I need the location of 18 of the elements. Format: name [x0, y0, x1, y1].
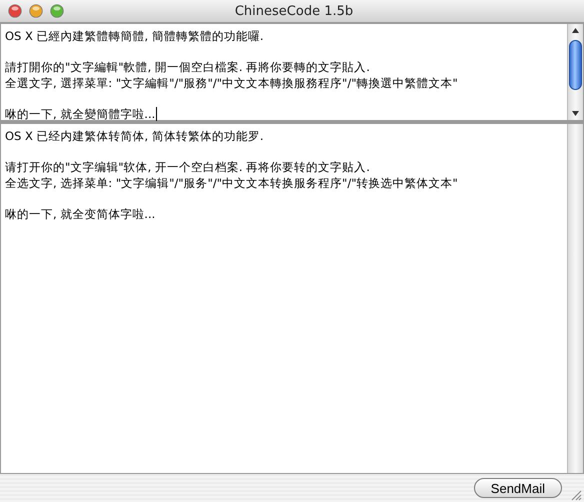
text-line: 咻的一下, 就全變簡體字啦... [5, 106, 156, 122]
text-line: 全选文字, 选择菜单: "文字编辑"/"服务"/"中文文本转换服务程序"/"转换选中繁体文本" [5, 175, 458, 191]
text-line: OS X 已经内建繁体转简体, 简体转繁体的功能罗. [5, 128, 264, 144]
zoom-icon[interactable] [50, 4, 64, 18]
text-cursor [156, 107, 158, 121]
text-line: 请打开你的"文字编辑"软体, 开一个空白档案. 再将你要转的文字贴入. [5, 159, 370, 175]
text-line: OS X 已經內建繁體轉簡體, 簡體轉繁體的功能囉. [5, 28, 264, 44]
minimize-icon[interactable] [29, 4, 43, 18]
text-pane[interactable]: OS X 已經內建繁體轉簡體, 簡體轉繁體的功能囉. 請打開你的"文字編輯"軟體, 開一個空白檔案. 再將你要轉的文字貼入. 全選文字, 選擇菜單: "文字編輯"/"服務"/"中文文本轉換服務程序"/"轉換選中繁體文本" 咻的一下, 就全變簡體字啦... [0, 23, 584, 121]
close-icon[interactable] [8, 4, 22, 18]
scrollbar[interactable] [567, 24, 583, 120]
window-title: ChineseCode 1.5b [234, 4, 354, 18]
text-line: 請打開你的"文字編輯"軟體, 開一個空白檔案. 再將你要轉的文字貼入. [5, 59, 370, 75]
text-pane[interactable]: OS X 已经内建繁体转简体, 简体转繁体的功能罗. 请打开你的"文字编辑"软体, 开一个空白档案. 再将你要转的文字贴入. 全选文字, 选择菜单: "文字编辑"/"服务"/"中文文本转换服务程序"/"转换选中繁体文本" 咻的一下, 就全变简体字啦... [0, 123, 584, 474]
scroll-thumb[interactable] [569, 40, 582, 90]
text-line: 全選文字, 選擇菜單: "文字編輯"/"服務"/"中文文本轉換服務程序"/"轉換選中繁體文本" [5, 75, 458, 91]
text-line: 咻的一下, 就全变简体字啦... [5, 206, 156, 222]
send-mail-button[interactable]: SendMail [474, 478, 562, 498]
